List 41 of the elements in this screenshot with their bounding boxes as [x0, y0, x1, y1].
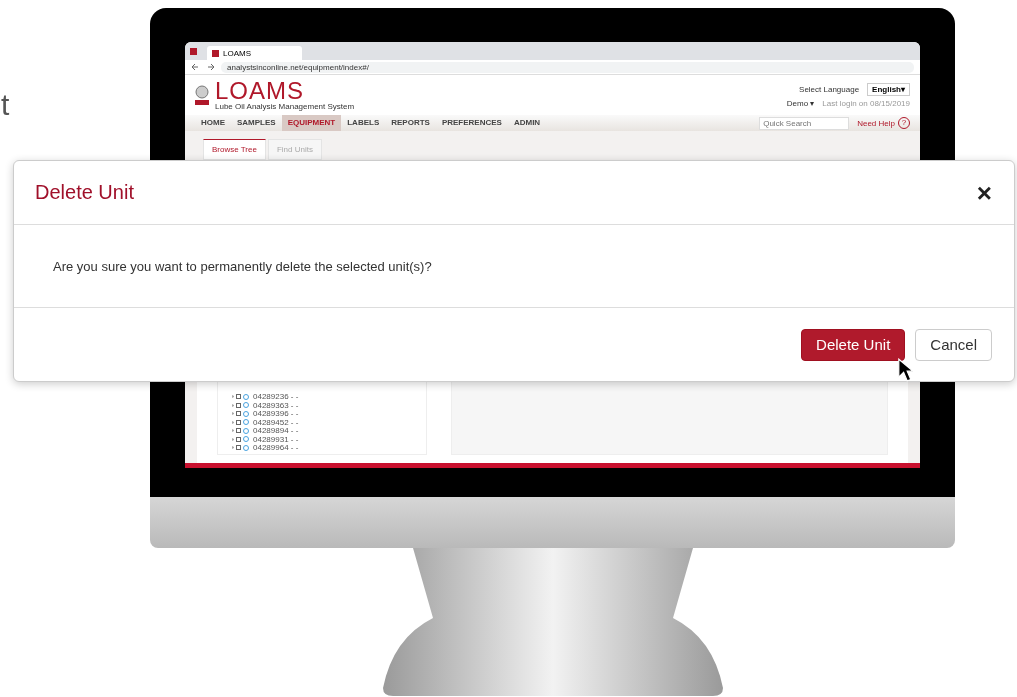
app-logo: LOAMS	[215, 79, 306, 102]
checkbox[interactable]	[236, 436, 241, 442]
help-link[interactable]: Need Help	[857, 118, 895, 128]
close-button[interactable]: ×	[972, 179, 996, 206]
tree-item[interactable]: 04289452 - -	[253, 417, 299, 427]
checkbox[interactable]	[236, 428, 241, 434]
nav-item[interactable]: LABELS	[341, 115, 386, 131]
checkbox[interactable]	[236, 419, 241, 425]
user-menu[interactable]: Demo ▾	[786, 98, 815, 108]
checkbox[interactable]	[236, 445, 241, 451]
checkbox[interactable]	[236, 411, 241, 417]
language-label: Select Language	[799, 84, 860, 94]
dialog-title: Delete Unit	[35, 181, 134, 204]
nav-item[interactable]: PREFERENCES	[435, 115, 508, 131]
cancel-button[interactable]: Cancel	[915, 328, 992, 361]
nav-item[interactable]: SAMPLES	[231, 115, 282, 131]
navigation-arrows-icon[interactable]	[191, 63, 215, 71]
seal-logo-icon	[195, 85, 209, 105]
nav-item[interactable]: ADMIN	[507, 115, 547, 131]
tree-item[interactable]: 04289931 - -	[253, 434, 299, 444]
tree-item[interactable]: 04289236 - -	[253, 392, 299, 402]
browser-tab[interactable]: LOAMS	[207, 46, 302, 60]
heading-text: t	[0, 88, 10, 122]
tree-item[interactable]: 04289396 - -	[253, 409, 299, 419]
favicon-icon	[190, 47, 197, 55]
checkbox[interactable]	[236, 394, 241, 400]
language-dropdown[interactable]: English▾	[867, 82, 910, 96]
nav-item[interactable]: REPORTS	[385, 115, 436, 131]
address-bar[interactable]: analystsinconline.net/equipment/index#/	[221, 61, 914, 73]
tree-item[interactable]: 04289964 - -	[253, 443, 299, 453]
tree-item[interactable]: 04289894 - -	[253, 426, 299, 436]
nav-item[interactable]: HOME	[195, 115, 231, 131]
quick-search-field[interactable]: Quick Search	[759, 116, 850, 130]
delete-button[interactable]: Delete Unit	[801, 328, 906, 361]
tree-item[interactable]: 04289363 - -	[253, 400, 299, 410]
app-tagline: Lube Oil Analysis Management System	[215, 101, 355, 111]
last-login-text: Last login on 08/15/2019	[822, 98, 910, 108]
checkbox[interactable]	[236, 402, 241, 408]
dialog-message: Are you sure you want to permanently delete the selected unit(s)?	[53, 258, 432, 274]
nav-item[interactable]: EQUIPMENT	[281, 115, 342, 131]
tab[interactable]: Browse Tree	[203, 139, 266, 160]
